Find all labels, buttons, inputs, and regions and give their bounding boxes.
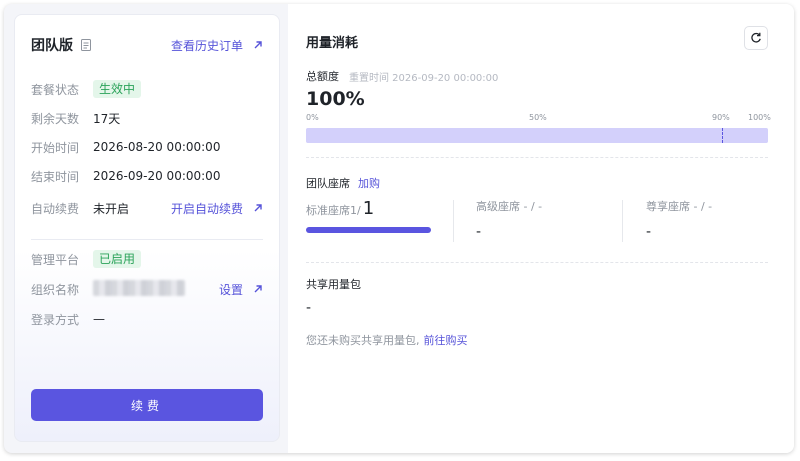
- arrow-up-right-icon: [254, 204, 262, 212]
- end-label: 结束时间: [31, 169, 80, 184]
- org-row: 组织名称 设置: [31, 279, 263, 299]
- platform-badge: 已启用: [93, 250, 142, 268]
- autorenew-row: 自动续费 未开启 开启自动续费: [31, 198, 263, 218]
- quota-percent: 100%: [306, 88, 365, 110]
- status-label: 套餐状态: [31, 82, 80, 97]
- usage-panel: 用量消耗 总额度 重置时间 2026-09-20 00:00:00 100% 0…: [288, 4, 794, 453]
- shared-pack-title: 共享用量包: [306, 278, 361, 291]
- enable-autorenew-link[interactable]: 开启自动续费: [171, 200, 263, 217]
- go-buy-link[interactable]: 前往购买: [424, 332, 468, 348]
- plan-title: 团队版: [31, 35, 91, 55]
- tick-50: 50%: [529, 113, 547, 122]
- login-label: 登录方式: [31, 312, 80, 327]
- usage-title: 用量消耗: [306, 36, 359, 51]
- login-row: 登录方式 —: [31, 309, 263, 329]
- start-value: 2026-08-20 00:00:00: [93, 140, 221, 154]
- refresh-icon: [751, 32, 761, 43]
- org-settings-link[interactable]: 设置: [219, 281, 263, 298]
- org-label: 组织名称: [31, 282, 80, 297]
- plan-title-text: 团队版: [31, 38, 73, 54]
- section-divider: [31, 239, 263, 240]
- seat-divider: [453, 200, 454, 242]
- refresh-button[interactable]: [744, 26, 768, 50]
- org-name-redacted: [93, 279, 185, 296]
- section-divider: [306, 262, 768, 263]
- total-quota-label: 总额度: [306, 70, 339, 83]
- seats-header: 团队座席 加购: [306, 175, 380, 191]
- premium-seat: 尊享座席 - / - -: [646, 198, 712, 244]
- buy-seats-link[interactable]: 加购: [358, 175, 380, 191]
- tick-90: 90%: [712, 113, 730, 122]
- standard-seat: 标准座席1/1: [306, 198, 431, 244]
- shared-pack-note-text: 您还未购买共享用量包,: [306, 334, 420, 347]
- document-icon[interactable]: [81, 39, 91, 51]
- status-row: 套餐状态 生效中: [31, 79, 263, 99]
- standard-seat-label: 标准座席1/1: [306, 198, 431, 219]
- start-label: 开始时间: [31, 140, 80, 155]
- plan-header: 团队版 查看历史订单: [31, 35, 263, 55]
- remaining-row: 剩余天数 17天: [31, 108, 263, 128]
- renew-button[interactable]: 续费: [31, 389, 263, 421]
- tick-100: 100%: [748, 113, 771, 122]
- enable-autorenew-label: 开启自动续费: [170, 201, 243, 216]
- end-value: 2026-09-20 00:00:00: [93, 169, 221, 183]
- end-row: 结束时间 2026-09-20 00:00:00: [31, 166, 263, 186]
- advanced-seat-value: -: [476, 224, 482, 240]
- shared-pack-value: -: [306, 300, 312, 316]
- seats-title: 团队座席: [306, 177, 350, 190]
- start-row: 开始时间 2026-08-20 00:00:00: [31, 137, 263, 157]
- status-badge: 生效中: [93, 80, 142, 98]
- quota-progress-fill: [306, 128, 768, 143]
- standard-seat-total: 1: [362, 198, 375, 219]
- plan-card: 团队版 查看历史订单 套餐状态 生效中 剩余天数 17天 开始时间 2026-0…: [14, 14, 280, 442]
- quota-threshold-marker: [721, 128, 723, 143]
- platform-label: 管理平台: [31, 252, 80, 267]
- platform-row: 管理平台 已启用: [31, 249, 263, 269]
- window-frame: 团队版 查看历史订单 套餐状态 生效中 剩余天数 17天 开始时间 2026-0…: [4, 4, 794, 453]
- quota-progress-bar: [306, 128, 768, 143]
- arrow-up-right-icon: [254, 285, 262, 293]
- tick-0: 0%: [306, 113, 319, 122]
- quota-ticks: 0% 50% 90% 100%: [306, 113, 771, 125]
- section-divider: [306, 157, 768, 158]
- premium-seat-value: -: [646, 224, 652, 240]
- reset-time: 重置时间 2026-09-20 00:00:00: [349, 72, 499, 84]
- remaining-label: 剩余天数: [31, 111, 80, 126]
- shared-pack-note: 您还未购买共享用量包, 前往购买: [306, 332, 468, 348]
- total-quota-header: 总额度 重置时间 2026-09-20 00:00:00: [306, 68, 498, 84]
- org-settings-label: 设置: [218, 282, 243, 297]
- seat-divider: [622, 200, 623, 242]
- order-history-label: 查看历史订单: [170, 38, 243, 53]
- arrow-up-right-icon: [254, 41, 262, 49]
- login-value: —: [93, 312, 105, 326]
- premium-seat-label: 尊享座席 - / -: [646, 200, 713, 213]
- standard-seat-bar: [306, 227, 431, 233]
- advanced-seat: 高级座席 - / - -: [476, 198, 542, 244]
- order-history-link[interactable]: 查看历史订单: [171, 37, 263, 54]
- advanced-seat-label: 高级座席 - / -: [476, 200, 543, 213]
- remaining-value: 17天: [93, 111, 121, 126]
- autorenew-value: 未开启: [93, 201, 130, 216]
- standard-seat-label-text: 标准座席1/: [306, 204, 361, 217]
- autorenew-label: 自动续费: [31, 201, 80, 216]
